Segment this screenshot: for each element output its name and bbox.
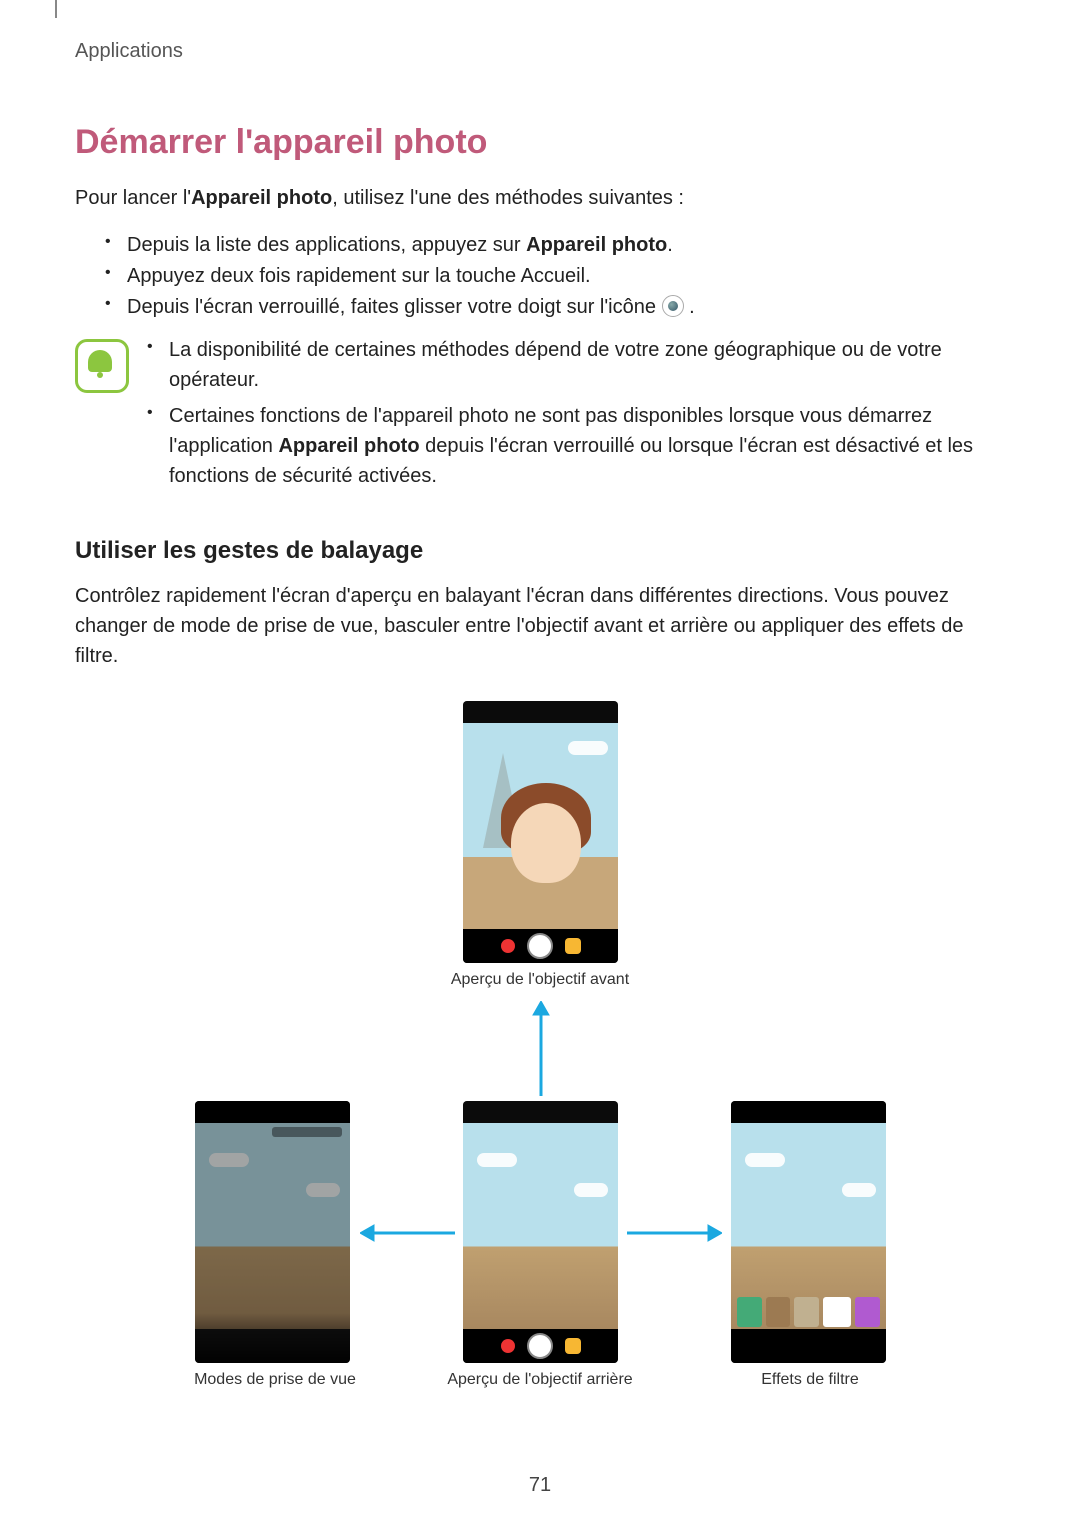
camera-switch-icon [565, 1338, 581, 1354]
intro-pre: Pour lancer l' [75, 187, 191, 209]
caption-modes: Modes de prise de vue [180, 1371, 370, 1389]
caption-filters: Effets de filtre [730, 1371, 890, 1389]
phone-front-preview [463, 701, 618, 963]
phone-rear-preview [463, 1101, 618, 1363]
list-item: Depuis la liste des applications, appuye… [105, 230, 1005, 261]
bullet3-post: . [689, 296, 695, 318]
bullet1-post: . [667, 234, 673, 256]
swipe-diagram: Aperçu de l'objectif avant Aperçu de l'o… [75, 701, 1005, 1391]
section-title: Démarrer l'appareil photo [75, 123, 1005, 162]
caption-rear-preview: Aperçu de l'objectif arrière [420, 1371, 660, 1389]
caption-front-preview: Aperçu de l'objectif avant [430, 971, 650, 989]
intro-bold: Appareil photo [191, 187, 332, 209]
shutter-icon [527, 933, 553, 959]
camera-icon [662, 295, 684, 317]
arrow-left-icon [360, 1223, 455, 1243]
bullet3-pre: Depuis l'écran verrouillé, faites glisse… [127, 296, 662, 318]
record-icon [501, 1339, 515, 1353]
list-item: Depuis l'écran verrouillé, faites glisse… [105, 292, 1005, 323]
arrow-right-icon [627, 1223, 722, 1243]
list-item: Appuyez deux fois rapidement sur la touc… [105, 261, 1005, 292]
bullet1-bold: Appareil photo [526, 234, 667, 256]
phone-filter-effects [731, 1101, 886, 1363]
arrow-up-icon [531, 1001, 551, 1096]
subsection-paragraph: Contrôlez rapidement l'écran d'aperçu en… [75, 581, 1005, 671]
phone-shooting-modes [195, 1101, 350, 1363]
note-block: La disponibilité de certaines méthodes d… [75, 335, 1005, 497]
launch-methods-list: Depuis la liste des applications, appuye… [75, 230, 1005, 323]
page-number: 71 [0, 1474, 1080, 1497]
record-icon [501, 939, 515, 953]
note-bell-icon [75, 339, 129, 393]
shutter-icon [527, 1333, 553, 1359]
note2-bold: Appareil photo [278, 435, 419, 457]
filter-thumbnails [737, 1297, 880, 1327]
intro-paragraph: Pour lancer l'Appareil photo, utilisez l… [75, 184, 1005, 212]
header-category: Applications [75, 40, 1005, 63]
bullet1-pre: Depuis la liste des applications, appuye… [127, 234, 526, 256]
subsection-title: Utiliser les gestes de balayage [75, 537, 1005, 565]
intro-post: , utilisez l'une des méthodes suivantes … [332, 187, 684, 209]
camera-switch-icon [565, 938, 581, 954]
note-item: Certaines fonctions de l'appareil photo … [147, 401, 1005, 491]
note-item: La disponibilité de certaines méthodes d… [147, 335, 1005, 395]
page-top-rule [55, 0, 57, 18]
